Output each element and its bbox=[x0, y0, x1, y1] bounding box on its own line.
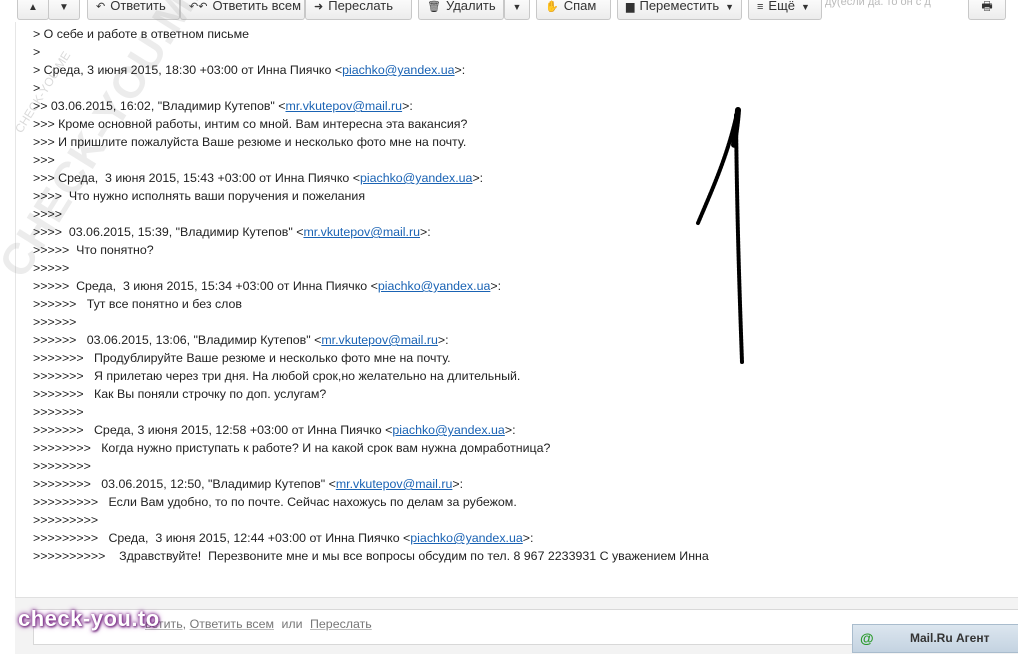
chevron-down-icon: ▼ bbox=[801, 2, 810, 12]
chevron-down-icon: ▼ bbox=[512, 2, 522, 12]
message-line: >>>>>>>> Когда нужно приступать к работе… bbox=[33, 441, 551, 455]
mailru-agent-button[interactable]: @ Mail.Ru Агент bbox=[852, 624, 1018, 653]
email-link[interactable]: piachko@yandex.ua bbox=[378, 279, 490, 293]
delete-button[interactable]: 🗑 Удалить bbox=[418, 0, 504, 20]
message-line: > Среда, 3 июня 2015, 18:30 +03:00 от Ин… bbox=[33, 63, 466, 77]
quick-forward-link[interactable]: Переслать bbox=[310, 617, 372, 631]
move-button[interactable]: ▆ Переместить ▼ bbox=[617, 0, 742, 20]
message-line: >>>>>>> Среда, 3 июня 2015, 12:58 +03:00… bbox=[33, 423, 516, 437]
message-line: >>>>>>>>> Среда, 3 июня 2015, 12:44 +03:… bbox=[33, 531, 534, 545]
cut-off-note: ду(если да. то он с д bbox=[825, 0, 931, 8]
chevron-down-icon: ▼ bbox=[725, 2, 735, 12]
message-line: >>>>>>> bbox=[33, 405, 84, 419]
email-link[interactable]: mr.vkutepov@mail.ru bbox=[336, 477, 453, 491]
email-link[interactable]: mr.vkutepov@mail.ru bbox=[286, 99, 403, 113]
message-line: > bbox=[33, 81, 41, 95]
email-link[interactable]: piachko@yandex.ua bbox=[342, 63, 454, 77]
quick-reply-links: ветить, Ответить всем или Переслать bbox=[145, 617, 372, 631]
email-link[interactable]: mr.vkutepov@mail.ru bbox=[321, 333, 438, 347]
gutter-divider bbox=[15, 22, 16, 597]
next-message-button[interactable]: ▼ bbox=[48, 0, 80, 20]
message-line: >>>>>>>> bbox=[33, 459, 91, 473]
email-link[interactable]: piachko@yandex.ua bbox=[392, 423, 504, 437]
arrow-up-icon: ▲ bbox=[28, 2, 38, 13]
at-icon: @ bbox=[860, 630, 874, 646]
hand-drawn-arrow bbox=[696, 107, 744, 364]
trash-icon: 🗑 bbox=[427, 1, 441, 13]
message-line: >>>>>>>>> bbox=[33, 513, 99, 527]
forward-icon: ➜ bbox=[314, 1, 324, 13]
message-line: >>>>>>>> 03.06.2015, 12:50, "Владимир Ку… bbox=[33, 477, 464, 491]
forward-button[interactable]: ➜ Переслать bbox=[305, 0, 412, 20]
email-link[interactable]: piachko@yandex.ua bbox=[360, 171, 472, 185]
quick-reply-all-link[interactable]: Ответить всем bbox=[190, 617, 274, 631]
message-line: > bbox=[33, 45, 41, 59]
email-link[interactable]: mr.vkutepov@mail.ru bbox=[303, 225, 420, 239]
message-line: >>>>>>> Как Вы поняли строчку по доп. ус… bbox=[33, 387, 327, 401]
watermark-logo: check-you.to bbox=[18, 606, 160, 631]
prev-message-button[interactable]: ▲ bbox=[17, 0, 49, 20]
reply-icon: ↶ bbox=[96, 1, 106, 13]
delete-options-button[interactable]: ▼ bbox=[504, 0, 530, 20]
email-link[interactable]: piachko@yandex.ua bbox=[410, 531, 522, 545]
print-button[interactable]: 🖶 bbox=[968, 0, 1006, 20]
printer-icon: 🖶 bbox=[981, 0, 993, 13]
thumb-down-icon: ✋ bbox=[545, 1, 559, 13]
folder-icon: ▆ bbox=[626, 1, 635, 13]
message-line: >>>>>>>>> Если Вам удобно, то по почте. … bbox=[33, 495, 517, 509]
spam-button[interactable]: ✋ Спам bbox=[536, 0, 611, 20]
menu-icon: ≡ bbox=[757, 1, 764, 13]
more-button[interactable]: ≡ Ещё ▼ bbox=[748, 0, 822, 20]
arrow-down-icon: ▼ bbox=[59, 2, 69, 13]
message-line: >>>>>>>>>> Здравствуйте! Перезвоните мне… bbox=[33, 549, 709, 563]
message-line: > О себе и работе в ответном письме bbox=[33, 27, 250, 41]
